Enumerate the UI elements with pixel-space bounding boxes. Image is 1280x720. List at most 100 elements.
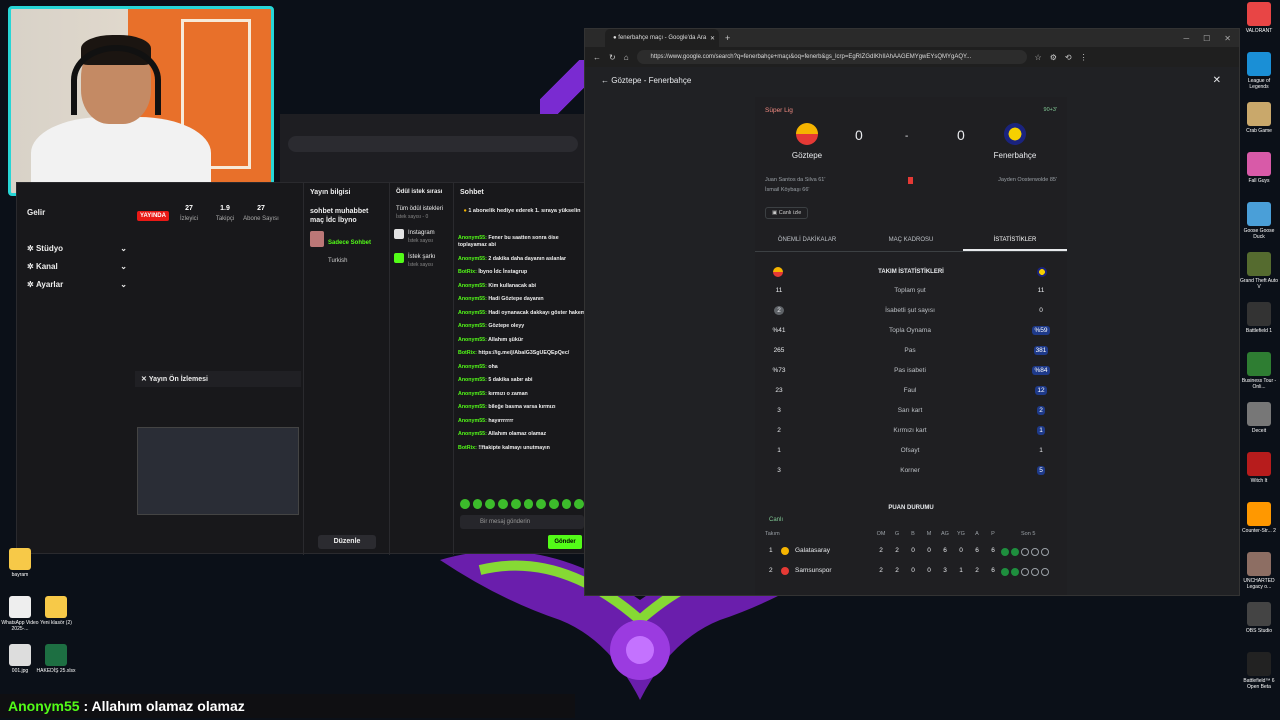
close-icon[interactable]: ✕: [1224, 34, 1231, 43]
league-name[interactable]: Süper Lig: [765, 107, 793, 114]
desktop-shortcut[interactable]: Grand Theft Auto V: [1238, 252, 1280, 300]
desktop-icon-video[interactable]: WhatsApp Video 2025-...: [0, 596, 40, 632]
stat-name: Topla Oynama: [889, 327, 931, 334]
stat-row: 11 Toplam şut 11: [755, 287, 1067, 307]
tab-stats[interactable]: İSTATİSTİKLER: [963, 231, 1067, 251]
desktop-shortcut[interactable]: OBS Studio: [1238, 602, 1280, 650]
table-row[interactable]: 2 Samsunspor 2 2 0 0 3 1 2 6: [755, 567, 1067, 587]
desktop-shortcut[interactable]: Crab Game: [1238, 102, 1280, 150]
desktop-shortcut[interactable]: Fall Guys: [1238, 152, 1280, 200]
menu-icon[interactable]: ⋮: [1080, 53, 1088, 62]
desktop-icon-excel[interactable]: HAKEDİŞ 25.xlsx: [36, 644, 76, 674]
sidebar-item-studyo[interactable]: ✲ Stüdyo ⌄: [17, 239, 133, 257]
chat-username[interactable]: Anonym55:: [458, 377, 487, 383]
star-icon[interactable]: ☆: [1035, 53, 1042, 62]
minimize-icon[interactable]: ─: [1183, 34, 1189, 43]
category-link[interactable]: Sadece Sohbet: [328, 240, 371, 246]
sidebar-item-gelir[interactable]: Gelir: [17, 203, 133, 221]
sidebar-item-ayarlar[interactable]: ✲ Ayarlar ⌄: [17, 275, 133, 293]
stat-label: Abone Sayısı: [243, 216, 279, 222]
emote-bar[interactable]: [460, 499, 585, 509]
stat-row: %41 Topla Oynama %59: [755, 326, 1067, 347]
chat-message: Anonym55: 5 dakika sabır abi: [458, 377, 586, 384]
history-icon[interactable]: ⟲: [1065, 53, 1072, 62]
chat-message: Anonym55: Allahım olamaz olamaz: [458, 431, 586, 438]
desktop-icon-bayram[interactable]: bayram: [0, 548, 40, 578]
standing-nums: 2 2 0 0 3 1 2 6: [873, 567, 1001, 574]
desktop-icon-image[interactable]: 001.jpg: [0, 644, 40, 674]
table-cell: 0: [927, 567, 931, 574]
chat-username[interactable]: Anonym55:: [458, 431, 487, 437]
desktop-shortcut[interactable]: Counter-Str... 2: [1238, 502, 1280, 550]
desktop-icon-folder[interactable]: Yeni klasör (2): [36, 596, 76, 626]
stat-label: Takipçi: [215, 216, 235, 222]
chat-username[interactable]: Anonym55:: [458, 337, 487, 343]
chat-username[interactable]: Anonym55:: [458, 364, 487, 370]
chat-username[interactable]: Anonym55:: [458, 310, 487, 316]
away-team[interactable]: Fenerbahçe: [975, 123, 1055, 160]
desktop-shortcut[interactable]: League of Legends: [1238, 52, 1280, 100]
desktop-shortcut[interactable]: Witch It: [1238, 452, 1280, 500]
headset-icon: [71, 45, 161, 115]
new-tab-icon[interactable]: +: [725, 33, 730, 43]
chat-username[interactable]: Anonym55:: [458, 296, 487, 302]
chat-message: Anonym55: Fener bu saatten sonra öise to…: [458, 235, 586, 249]
header-cols: OM G B M AG YG A P: [873, 531, 1001, 537]
desktop-right-icons: VALORANT League of Legends Crab Game Fall G…: [1238, 0, 1280, 700]
desktop-icon-label: Crab Game: [1246, 128, 1272, 134]
desktop-shortcut[interactable]: Goose Goose Duck: [1238, 202, 1280, 250]
close-icon[interactable]: ✕: [141, 375, 149, 383]
chat-username[interactable]: Anonym55:: [458, 391, 487, 397]
stat-name: Pas isabeti: [894, 367, 926, 374]
standing-team: Samsunspor: [795, 567, 832, 574]
stat-row: 3 Korner 5: [755, 466, 1067, 487]
maximize-icon[interactable]: ☐: [1203, 34, 1210, 43]
back-icon[interactable]: ←: [601, 76, 611, 85]
desktop-shortcut[interactable]: Business Tour - Onli...: [1238, 352, 1280, 400]
chat-username[interactable]: BotRix:: [458, 350, 477, 356]
tab-lineups[interactable]: MAÇ KADROSU: [859, 231, 963, 251]
desktop-shortcut[interactable]: Battlefield 1: [1238, 302, 1280, 350]
back-icon[interactable]: ←: [593, 53, 601, 62]
rewards-all[interactable]: Tüm ödül istekleri İstek sayısı - 0: [390, 201, 453, 225]
table-row[interactable]: 1 Galatasaray 2 2 0 0 6 0 6 6: [755, 547, 1067, 567]
chat-username[interactable]: Anonym55:: [458, 323, 487, 329]
reward-item[interactable]: İstek şarkı İstek sayısı: [390, 249, 453, 273]
tab-key-moments[interactable]: ÖNEMLİ DAKİKALAR: [755, 231, 859, 251]
sidebar-item-kanal[interactable]: ✲ Kanal ⌄: [17, 257, 133, 275]
desktop-shortcut[interactable]: VALORANT: [1238, 2, 1280, 50]
standing-pos: 2: [769, 567, 773, 574]
send-button[interactable]: Gönder: [548, 535, 582, 549]
extension-icon[interactable]: ⚙: [1050, 53, 1057, 62]
home-icon[interactable]: ⌂: [624, 53, 629, 62]
chat-username[interactable]: Anonym55:: [458, 283, 487, 289]
browser-tab[interactable]: ● fenerbahçe maçı - Google'da Ara ✕: [605, 29, 719, 47]
desktop-icon-label: League of Legends: [1247, 78, 1271, 90]
desktop-shortcut[interactable]: Deceit: [1238, 402, 1280, 450]
chat-username[interactable]: Anonym55:: [458, 418, 487, 424]
gear-icon: ✲: [27, 243, 36, 253]
home-team[interactable]: Göztepe: [767, 123, 847, 160]
chat-input[interactable]: Bir mesaj gönderin: [460, 515, 584, 529]
chat-username[interactable]: Anonym55:: [458, 404, 487, 410]
chevron-down-icon: ⌄: [120, 279, 127, 289]
chat-username[interactable]: Anonym55:: [458, 256, 487, 262]
address-bar[interactable]: https://www.google.com/search?q=fenerbah…: [636, 50, 1027, 64]
watch-live-button[interactable]: ▣ Canlı izle: [765, 207, 809, 219]
close-icon[interactable]: ✕: [1213, 75, 1221, 86]
dashboard-url-bar[interactable]: [288, 136, 578, 152]
desktop-shortcut[interactable]: Battlefield™ 6 Open Beta: [1238, 652, 1280, 700]
chat-username[interactable]: BotRix:: [458, 269, 477, 275]
reward-item[interactable]: Instagram İstek sayısı: [390, 225, 453, 249]
edit-button[interactable]: Düzenle: [318, 535, 376, 549]
rewards-column: Ödül istek sırası Tüm ödül istekleri İste…: [389, 183, 453, 555]
chat-username[interactable]: BotRix:: [458, 445, 477, 451]
video-file-icon: [9, 596, 31, 618]
chat-username[interactable]: Anonym55:: [458, 235, 487, 241]
desktop-shortcut[interactable]: UNCHARTED Legacy o...: [1238, 552, 1280, 600]
close-icon[interactable]: ✕: [710, 35, 715, 42]
stat-row: 2 Kırmızı kart 1: [755, 426, 1067, 447]
app-icon: [1247, 652, 1271, 676]
reload-icon[interactable]: ↻: [609, 53, 616, 62]
stat-value: 1.9: [220, 205, 230, 212]
